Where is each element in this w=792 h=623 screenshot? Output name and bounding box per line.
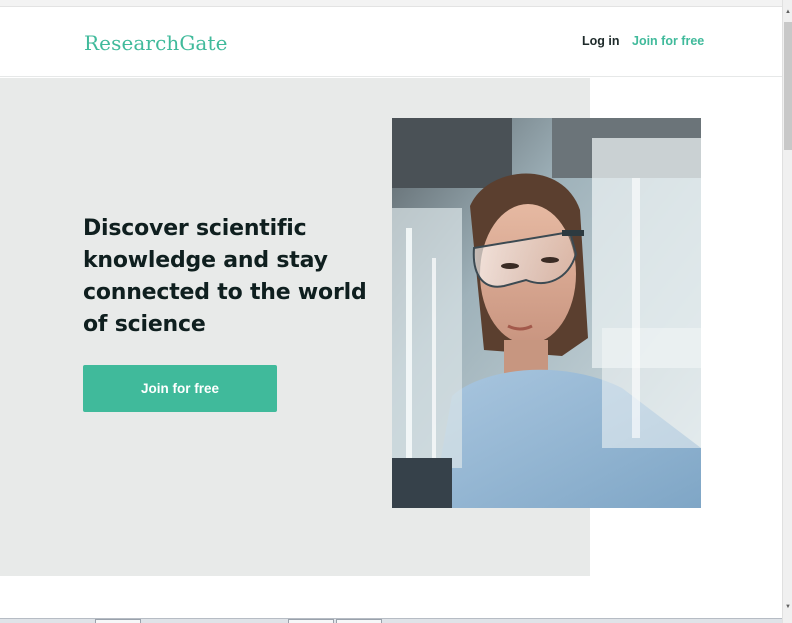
- site-header: ResearchGate Log in Join for free: [0, 7, 782, 77]
- browser-top-strip: [0, 0, 782, 7]
- taskbar-tab[interactable]: [288, 619, 334, 623]
- taskbar-strip: [0, 618, 782, 623]
- vertical-scrollbar[interactable]: ▲ ▼: [782, 0, 792, 623]
- taskbar-tab[interactable]: [95, 619, 141, 623]
- join-for-free-link[interactable]: Join for free: [632, 34, 704, 48]
- login-link[interactable]: Log in: [582, 34, 620, 48]
- scroll-up-arrow-icon[interactable]: ▲: [783, 8, 792, 16]
- taskbar-tab[interactable]: [336, 619, 382, 623]
- researchgate-logo[interactable]: ResearchGate: [84, 31, 228, 55]
- scroll-down-arrow-icon[interactable]: ▼: [783, 602, 792, 612]
- hero-headline: Discover scientific knowledge and stay c…: [83, 216, 367, 337]
- join-for-free-button[interactable]: Join for free: [83, 365, 277, 412]
- hero-photo: [392, 118, 701, 508]
- scroll-thumb[interactable]: [784, 22, 792, 150]
